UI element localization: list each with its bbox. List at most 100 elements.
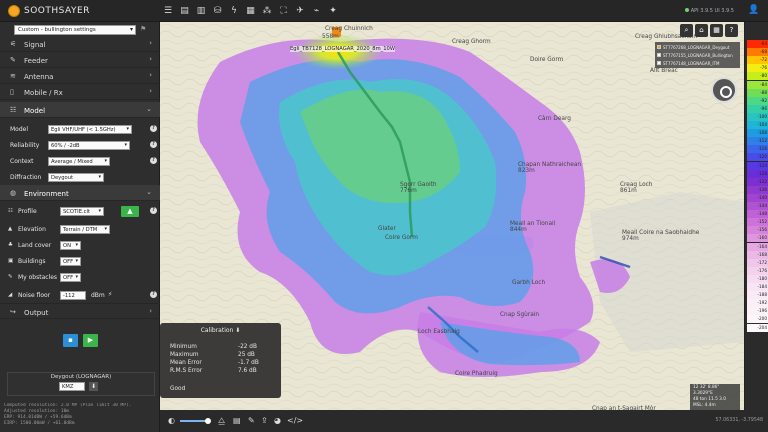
opacity-slider[interactable] <box>180 420 208 422</box>
env-profile-select[interactable]: SCOTIE.clt ▾ <box>60 207 104 216</box>
calibration-title: Calibration ⬇ <box>160 327 281 334</box>
code-icon[interactable]: </> <box>287 416 303 425</box>
star-icon[interactable]: ✦ <box>325 4 341 18</box>
elevation-select[interactable]: Terrain / DTM ▾ <box>60 225 110 234</box>
noise-icon: ◢ <box>8 292 13 298</box>
tower-icon[interactable]: ▥ <box>193 4 209 18</box>
palette-icon[interactable]: ◕ <box>274 416 281 425</box>
context-select[interactable]: Average / Mixed ▾ <box>48 157 110 166</box>
section-signal[interactable]: ⚟ Signal › <box>0 36 160 52</box>
chevron-down-icon: ▾ <box>98 208 101 214</box>
reliability-select-value: 60% / -2dB <box>51 143 80 149</box>
section-label: Signal <box>24 41 46 49</box>
chevron-right-icon: › <box>149 87 152 95</box>
diffraction-label: Diffraction <box>10 174 42 181</box>
legend-swatch: -92 <box>747 96 768 105</box>
help-icon[interactable]: ? <box>150 291 157 298</box>
opacity-icon[interactable]: ◐ <box>168 416 175 425</box>
help-icon[interactable]: ? <box>150 207 157 214</box>
search-icon[interactable]: ⌕ <box>680 24 693 37</box>
checkbox[interactable] <box>657 45 661 49</box>
row-landcover: ♣ Land cover ON ▾ <box>0 239 160 251</box>
mesh-icon[interactable]: ⁂ <box>259 4 275 18</box>
drone-icon[interactable]: ✈ <box>292 4 308 18</box>
layer-name: ST7767148_LOGNAGAR_ITM <box>663 60 720 66</box>
download-icon[interactable]: ⬇ <box>89 382 98 391</box>
landcover-select[interactable]: ON ▾ <box>60 241 81 250</box>
help-icon[interactable]: ? <box>725 24 738 37</box>
help-icon[interactable]: ? <box>150 157 157 164</box>
upload-icon[interactable]: ⇪ <box>261 416 268 425</box>
section-label: Model <box>24 107 46 115</box>
noise-input[interactable]: -112 <box>60 291 86 300</box>
place-name: Cnap Sgùrain <box>500 312 540 318</box>
row-noise-floor: ◢ Noise floor -112 dBm ⚡ ? <box>0 289 160 301</box>
help-icon[interactable]: ? <box>150 125 157 132</box>
compass-icon[interactable] <box>711 77 737 103</box>
obstacles-select[interactable]: OFF ▾ <box>60 273 81 282</box>
menu-icon[interactable]: ☰ <box>160 4 176 18</box>
network-icon[interactable]: ⛶ <box>276 4 292 18</box>
checkbox[interactable] <box>657 61 661 65</box>
obstacles-icon: ✎ <box>8 274 13 280</box>
chevron-down-icon: ▾ <box>129 26 133 33</box>
lightning-icon[interactable]: ϟ <box>226 4 242 18</box>
layers-icon[interactable]: ▤ <box>177 4 193 18</box>
profile-select[interactable]: Custom - bullington settings ▾ <box>14 25 136 35</box>
legend-swatch: -188 <box>747 291 768 300</box>
signal-icon[interactable]: ⌁ <box>309 4 325 18</box>
map-icon[interactable]: ▦ <box>243 4 259 18</box>
download-icon[interactable]: ⬇ <box>235 327 240 334</box>
file-icon[interactable]: ▤ <box>233 416 241 425</box>
wand-icon[interactable]: ⚡ <box>108 291 112 298</box>
section-feeder[interactable]: ✎ Feeder › <box>0 52 160 68</box>
row-context: Context Average / Mixed ▾ ? <box>0 155 160 167</box>
section-output[interactable]: ↪ Output › <box>0 303 160 319</box>
legend-swatch: -64 <box>747 40 768 49</box>
section-environment[interactable]: ◍ Environment ⌄ <box>0 185 160 201</box>
place-name: Glater <box>378 226 396 232</box>
layers-icon[interactable]: ▦ <box>710 24 723 37</box>
section-mobile-rx[interactable]: ▯ Mobile / Rx › <box>0 84 160 100</box>
checkbox[interactable] <box>657 53 661 57</box>
run-button[interactable]: ▶ <box>83 334 98 347</box>
layer-item[interactable]: ST7767148_LOGNAGAR_ITM <box>657 59 738 67</box>
tower-icon[interactable]: ⧋ <box>218 416 225 426</box>
obstacles-label: My obstacles <box>18 274 58 281</box>
place-name: Càrn Dearg <box>538 116 571 122</box>
section-antenna[interactable]: ≋ Antenna › <box>0 68 160 84</box>
legend-swatch: -100 <box>747 112 768 121</box>
site-label[interactable]: Egli_TB7128_LOGNAGAR_2020_8m_10W <box>290 46 395 52</box>
row-elevation: ▲ Elevation Terrain / DTM ▾ <box>0 223 160 235</box>
pencil-icon[interactable]: ✎ <box>248 416 255 425</box>
row-buildings: ▣ Buildings OFF ▾ <box>0 255 160 267</box>
lock-icon[interactable]: ⚑ <box>140 25 146 33</box>
section-model[interactable]: ☷ Model ⌄ <box>0 102 160 118</box>
layer-item[interactable]: ST7767155_LOGNAGAR_Bullington <box>657 51 738 59</box>
reliability-select[interactable]: 60% / -2dB ▾ <box>48 141 130 150</box>
opacity-slider-handle[interactable] <box>205 418 211 424</box>
buildings-select[interactable]: OFF ▾ <box>60 257 81 266</box>
place-name: 558m <box>322 34 339 40</box>
help-icon[interactable]: ? <box>150 141 157 148</box>
diffraction-select[interactable]: Deygout ▾ <box>48 173 104 182</box>
database-icon[interactable]: ⛁ <box>210 4 226 18</box>
building-icon: ▣ <box>8 258 14 264</box>
signal-icon: ⚟ <box>10 40 17 48</box>
mobile-icon: ▯ <box>10 88 14 96</box>
save-button[interactable]: ▪ <box>63 334 78 347</box>
mountain-icon: ▲ <box>8 226 13 232</box>
legend-swatch: -136 <box>747 185 768 194</box>
export-format-select[interactable]: KMZ <box>59 382 85 391</box>
model-select[interactable]: Egli VHF/UHF (< 1.5GHz) ▾ <box>48 125 132 134</box>
layer-item[interactable]: ST7767268_LOGNAGAR_Deygout <box>657 43 738 51</box>
place-height: 776m <box>400 188 417 194</box>
env-add-button[interactable]: ▲ <box>121 206 139 217</box>
legend-swatch: -168 <box>747 250 768 259</box>
context-label: Context <box>10 158 34 165</box>
calib-value: 25 dB <box>238 352 255 358</box>
home-icon[interactable]: ⌂ <box>695 24 708 37</box>
legend-swatch: -124 <box>747 161 768 170</box>
map-place-label: Coire Gorm <box>385 235 418 241</box>
user-icon[interactable]: 👤 <box>748 5 759 15</box>
